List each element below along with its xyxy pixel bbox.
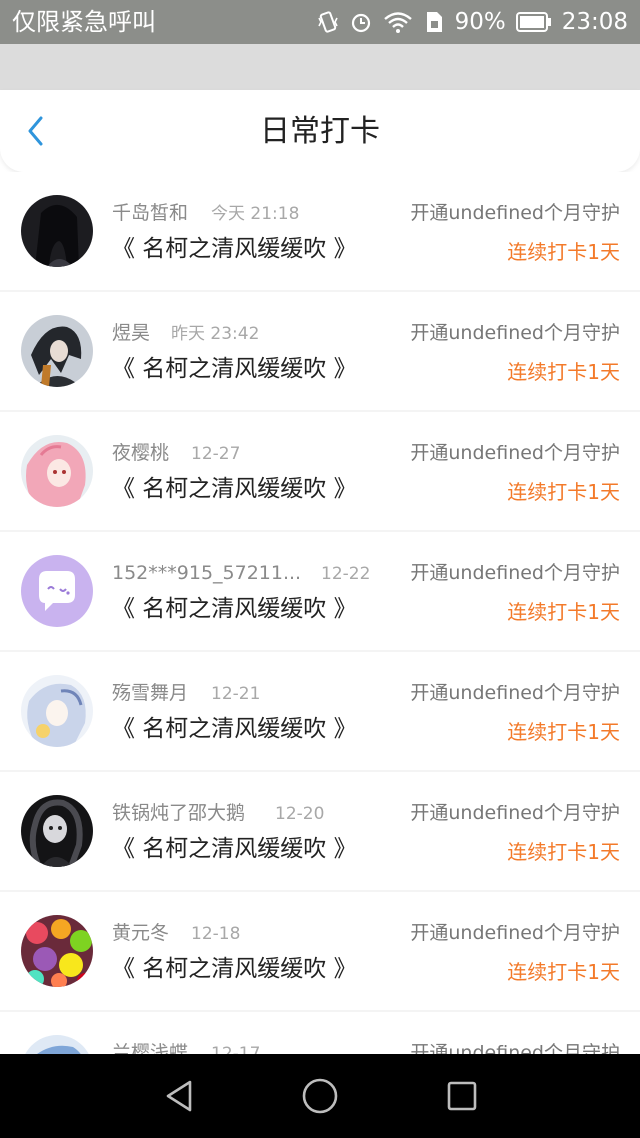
checkin-time: 12-20: [275, 804, 325, 824]
guard-status: 开通undefined个月守护: [410, 322, 620, 344]
battery-icon: [515, 11, 552, 33]
user-name[interactable]: 夜樱桃: [112, 440, 169, 466]
guard-status: 开通undefined个月守护: [410, 802, 620, 824]
checkin-time: 12-27: [191, 444, 241, 464]
recents-square-icon: [447, 1081, 477, 1111]
guard-status: 开通undefined个月守护: [410, 442, 620, 464]
user-name[interactable]: 铁锅炖了邵大鹅: [112, 800, 245, 826]
streak-badge: 连续打卡1天: [507, 360, 620, 384]
streak-badge: 连续打卡1天: [507, 960, 620, 984]
user-name[interactable]: 黄元冬: [112, 920, 169, 946]
user-name[interactable]: 152***915_57211...: [112, 560, 301, 586]
guard-status: 开通undefined个月守护: [410, 682, 620, 704]
list-item[interactable]: 千岛皙和 今天 21:18 《 名柯之清风缓缓吹 》 开通undefined个月…: [0, 172, 640, 290]
book-title[interactable]: 《 名柯之清风缓缓吹 》: [112, 472, 357, 506]
checkin-time: 昨天 23:42: [171, 324, 260, 344]
avatar[interactable]: [21, 195, 93, 267]
book-title[interactable]: 《 名柯之清风缓缓吹 》: [112, 592, 357, 626]
nav-back-button[interactable]: [157, 1074, 201, 1118]
list-item[interactable]: 殇雪舞月 12-21 《 名柯之清风缓缓吹 》 开通undefined个月守护 …: [0, 652, 640, 770]
clock-time: 23:08: [561, 9, 628, 35]
status-icons: 90% 23:08: [307, 6, 628, 38]
system-nav-bar: [0, 1054, 640, 1138]
header-backdrop: [0, 44, 640, 92]
streak-badge: 连续打卡1天: [507, 240, 620, 264]
list-item[interactable]: 黄元冬 12-18 《 名柯之清风缓缓吹 》 开通undefined个月守护 连…: [0, 892, 640, 1010]
emergency-call-text: 仅限紧急呼叫: [12, 8, 156, 36]
list-item[interactable]: 煜昊 昨天 23:42 《 名柯之清风缓缓吹 》 开通undefined个月守护…: [0, 292, 640, 410]
book-title[interactable]: 《 名柯之清风缓缓吹 》: [112, 832, 357, 866]
wifi-icon: [383, 10, 413, 34]
avatar[interactable]: [21, 795, 93, 867]
page-title: 日常打卡: [260, 114, 380, 149]
guard-status: 开通undefined个月守护: [410, 562, 620, 584]
vibrate-icon: [317, 10, 339, 34]
status-bar: 仅限紧急呼叫 90% 23:08: [0, 0, 640, 44]
home-circle-icon: [302, 1078, 338, 1114]
guard-status: 开通undefined个月守护: [410, 922, 620, 944]
checkin-list[interactable]: 千岛皙和 今天 21:18 《 名柯之清风缓缓吹 》 开通undefined个月…: [0, 172, 640, 1054]
streak-badge: 连续打卡1天: [507, 600, 620, 624]
list-item[interactable]: 兰樱浅蝶 12-17 开通undefined个月守护: [0, 1012, 640, 1054]
nav-home-button[interactable]: [298, 1074, 342, 1118]
book-title[interactable]: 《 名柯之清风缓缓吹 》: [112, 952, 357, 986]
user-name[interactable]: 煜昊: [112, 320, 150, 346]
checkin-time: 12-21: [211, 684, 261, 704]
checkin-time: 12-22: [321, 564, 371, 584]
alarm-icon: [349, 10, 373, 34]
back-triangle-icon: [166, 1080, 192, 1112]
list-item[interactable]: 152***915_57211... 12-22 《 名柯之清风缓缓吹 》 开通…: [0, 532, 640, 650]
guard-status: 开通undefined个月守护: [410, 202, 620, 224]
sim-icon: [423, 10, 445, 34]
user-name[interactable]: 兰樱浅蝶: [112, 1040, 188, 1054]
user-name[interactable]: 殇雪舞月: [112, 680, 188, 706]
avatar[interactable]: [21, 915, 93, 987]
list-item[interactable]: 铁锅炖了邵大鹅 12-20 《 名柯之清风缓缓吹 》 开通undefined个月…: [0, 772, 640, 890]
battery-percent: 90%: [454, 9, 506, 35]
streak-badge: 连续打卡1天: [507, 480, 620, 504]
checkin-time: 12-17: [211, 1044, 261, 1054]
streak-badge: 连续打卡1天: [507, 840, 620, 864]
avatar[interactable]: [21, 675, 93, 747]
page-header: 日常打卡: [0, 90, 640, 172]
list-item[interactable]: 夜樱桃 12-27 《 名柯之清风缓缓吹 》 开通undefined个月守护 连…: [0, 412, 640, 530]
avatar[interactable]: [21, 315, 93, 387]
nav-recents-button[interactable]: [440, 1074, 484, 1118]
book-title[interactable]: 《 名柯之清风缓缓吹 》: [112, 712, 357, 746]
book-title[interactable]: 《 名柯之清风缓缓吹 》: [112, 352, 357, 386]
book-title[interactable]: 《 名柯之清风缓缓吹 》: [112, 232, 357, 266]
avatar[interactable]: [21, 435, 93, 507]
checkin-time: 今天 21:18: [211, 204, 300, 224]
avatar[interactable]: [21, 1035, 93, 1054]
user-name[interactable]: 千岛皙和: [112, 200, 188, 226]
checkin-time: 12-18: [191, 924, 241, 944]
avatar[interactable]: [21, 555, 93, 627]
streak-badge: 连续打卡1天: [507, 720, 620, 744]
guard-status: 开通undefined个月守护: [410, 1042, 620, 1054]
